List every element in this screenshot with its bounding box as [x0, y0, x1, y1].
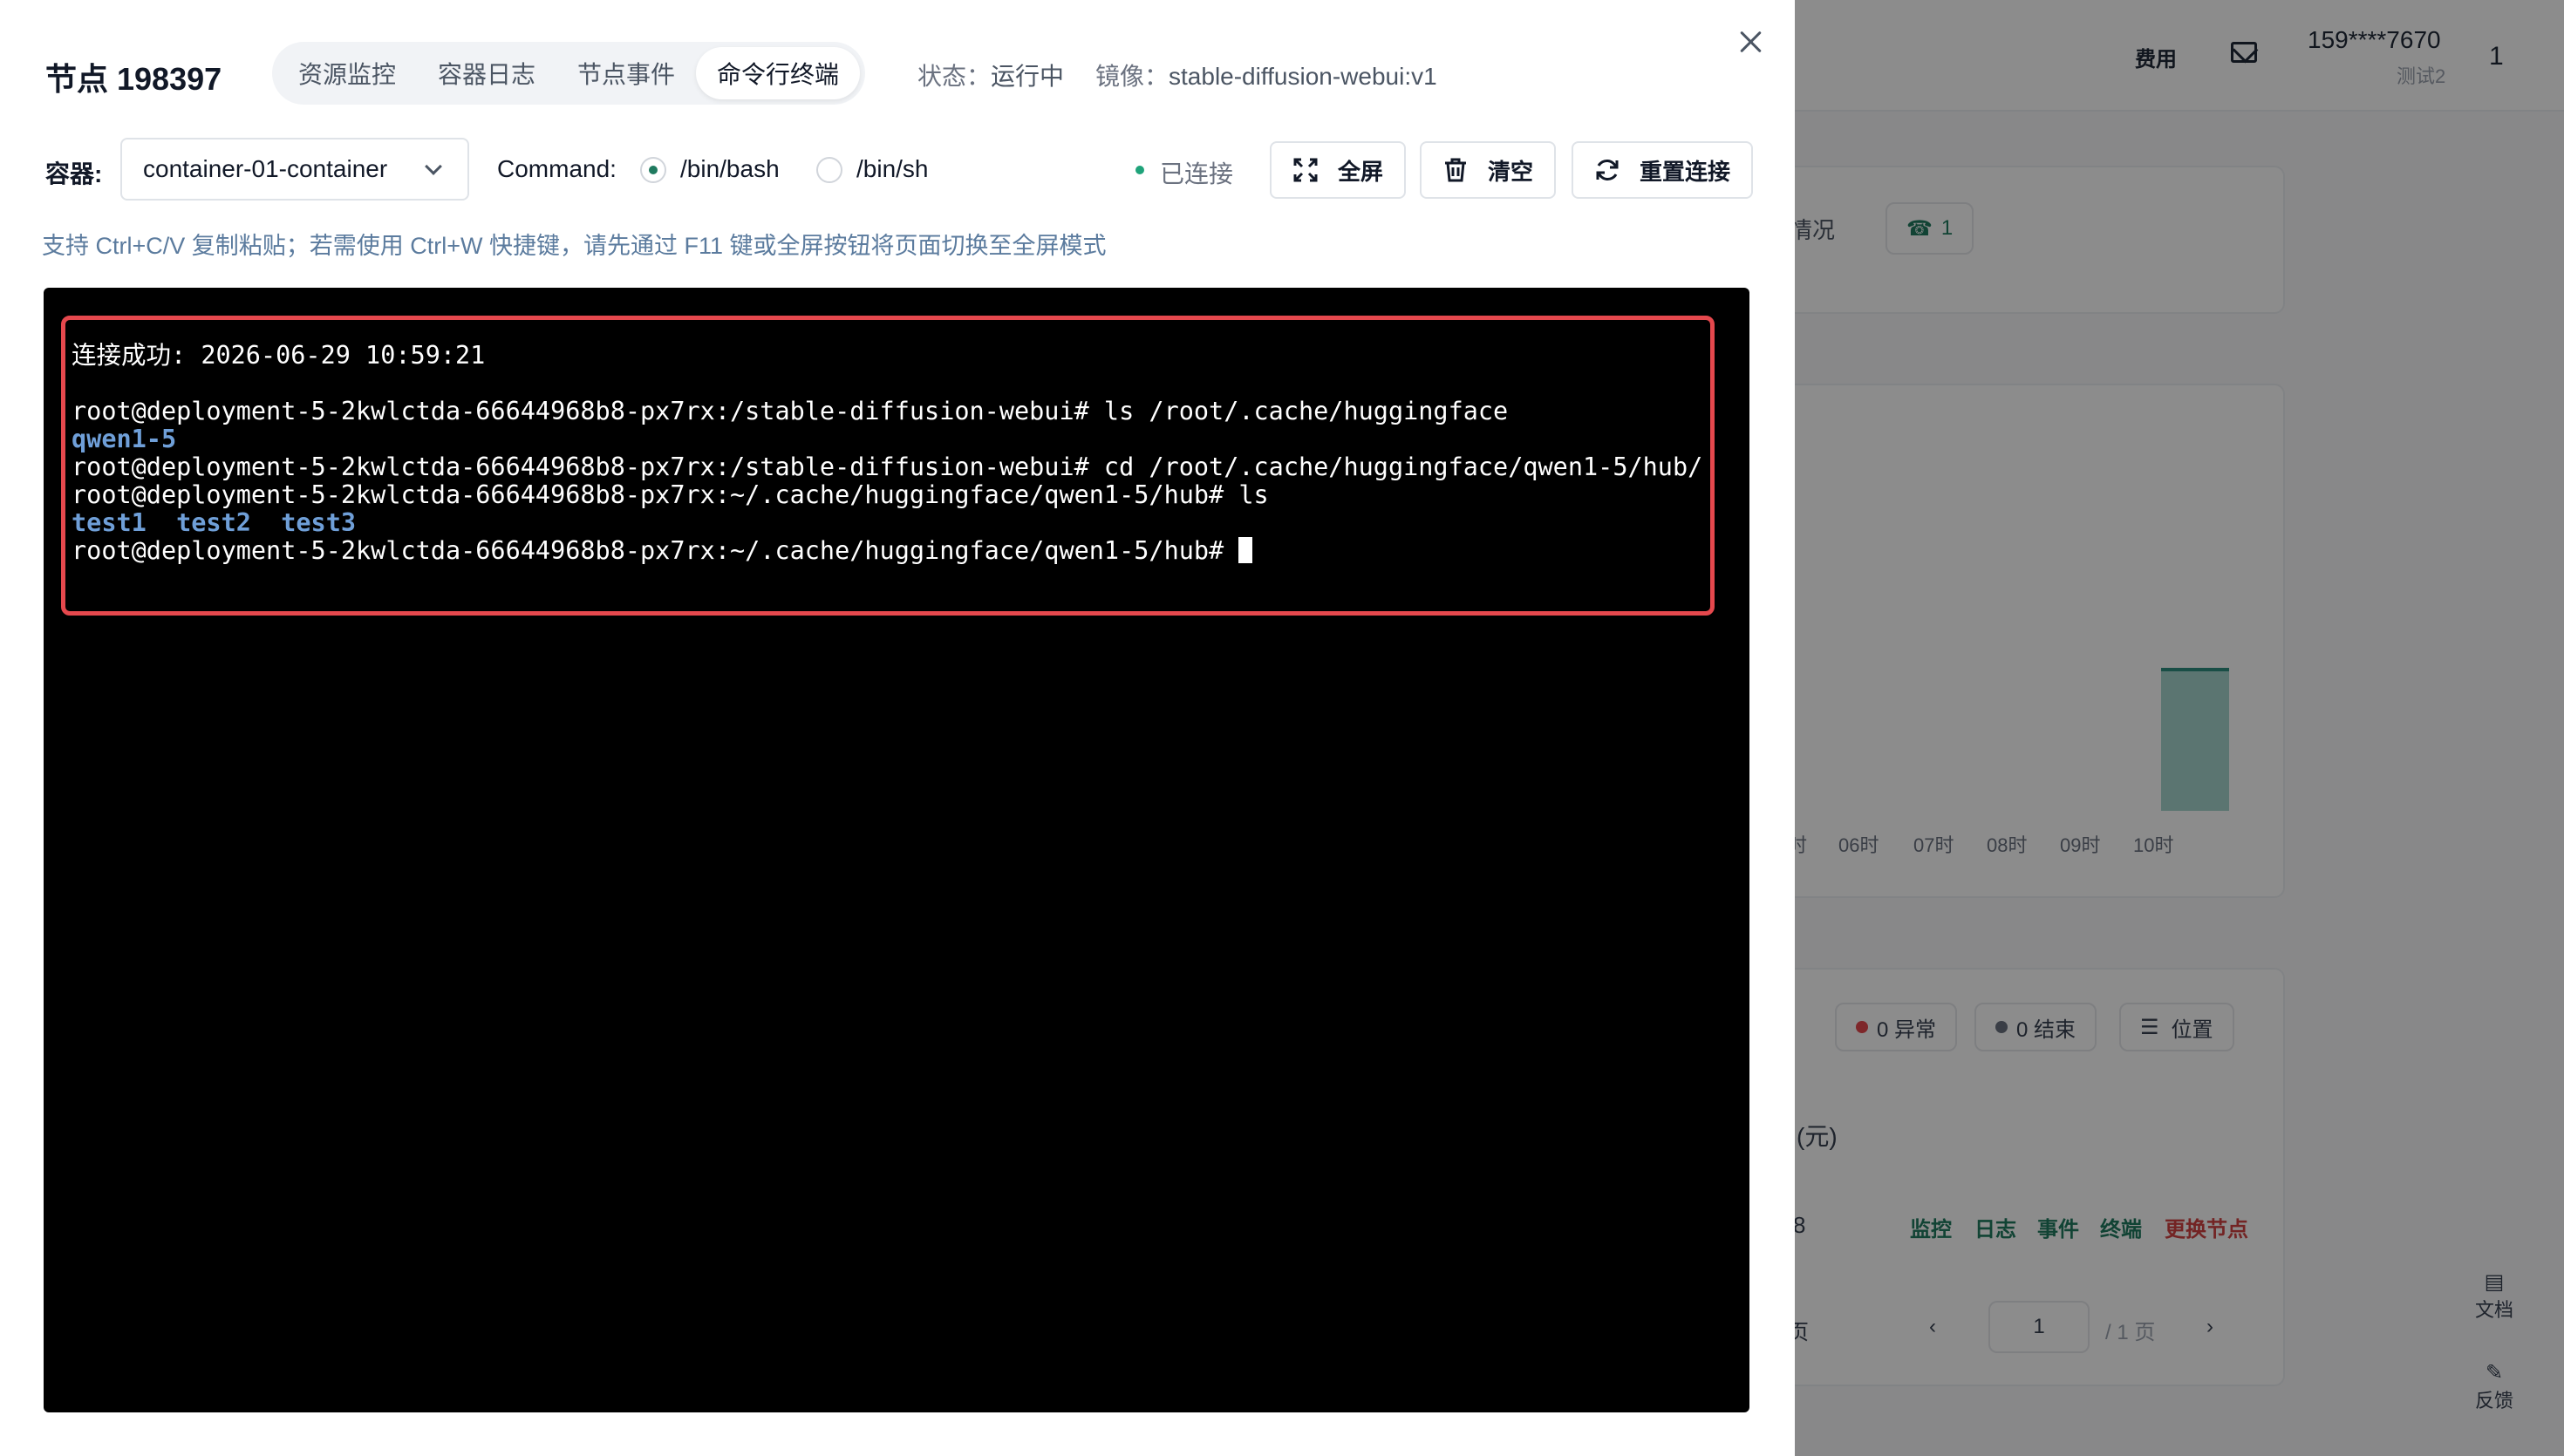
command-label: Command: — [497, 155, 617, 182]
terminal-connect-line: 连接成功: 2026-06-29 10:59:21 — [72, 341, 486, 370]
node-title: 节点 198397 — [45, 61, 222, 97]
status-info: 状态：运行中 — [917, 58, 1064, 92]
tab-bar: 资源监控 容器日志 节点事件 命令行终端 — [272, 42, 866, 105]
terminal-line: root@deployment-5-2kwlctda-66644968b8-px… — [72, 480, 1269, 509]
status-label: 状态： — [917, 63, 992, 90]
container-select-value: container-01-container — [143, 155, 388, 182]
radio-bin-sh-label[interactable]: /bin/sh — [856, 155, 929, 183]
shortcut-hint: 支持 Ctrl+C/V 复制粘贴；若需使用 Ctrl+W 快捷键，请先通过 F1… — [42, 233, 1107, 259]
image-value: stable-diffusion-webui:v1 — [1169, 63, 1437, 90]
terminal-line: root@deployment-5-2kwlctda-66644968b8-px… — [72, 397, 1509, 425]
chevron-down-icon — [425, 158, 442, 175]
clear-button[interactable]: 清空 — [1420, 141, 1557, 199]
radio-bin-bash[interactable] — [640, 157, 666, 183]
terminal-prompt-line: root@deployment-5-2kwlctda-66644968b8-px… — [72, 536, 1253, 565]
terminal-drawer: 节点 198397 资源监控 容器日志 节点事件 命令行终端 状态：运行中 镜像… — [0, 0, 1795, 1456]
terminal-line: test1 test2 test3 — [72, 508, 357, 537]
terminal-prompt: root@deployment-5-2kwlctda-66644968b8-px… — [72, 536, 1239, 565]
clear-label: 清空 — [1488, 158, 1534, 185]
tab-resource-monitor[interactable]: 资源监控 — [277, 47, 417, 99]
status-value: 运行中 — [991, 63, 1065, 90]
tab-container-logs[interactable]: 容器日志 — [417, 47, 556, 99]
fullscreen-label: 全屏 — [1338, 158, 1384, 185]
tab-terminal[interactable]: 命令行终端 — [696, 47, 861, 99]
container-select[interactable]: container-01-container — [120, 138, 469, 201]
terminal-line: root@deployment-5-2kwlctda-66644968b8-px… — [72, 452, 1703, 481]
fullscreen-button[interactable]: 全屏 — [1270, 141, 1407, 199]
radio-bin-bash-label[interactable]: /bin/bash — [680, 155, 780, 183]
reconnect-label: 重置连接 — [1640, 158, 1731, 185]
trash-icon — [1442, 157, 1469, 183]
terminal-cursor — [1238, 537, 1253, 563]
image-info: 镜像：stable-diffusion-webui:v1 — [1095, 58, 1437, 92]
close-icon[interactable] — [1735, 26, 1767, 58]
tab-node-events[interactable]: 节点事件 — [556, 47, 696, 99]
reconnect-button[interactable]: 重置连接 — [1572, 141, 1754, 199]
radio-bin-sh[interactable] — [816, 157, 842, 183]
container-label: 容器: — [45, 160, 103, 187]
connected-status-dot-icon — [1135, 166, 1144, 174]
refresh-icon — [1594, 157, 1620, 183]
image-label: 镜像： — [1095, 63, 1169, 90]
terminal-line: qwen1-5 — [72, 425, 177, 453]
connection-status: 已连接 — [1160, 160, 1234, 187]
fullscreen-icon — [1292, 157, 1319, 183]
